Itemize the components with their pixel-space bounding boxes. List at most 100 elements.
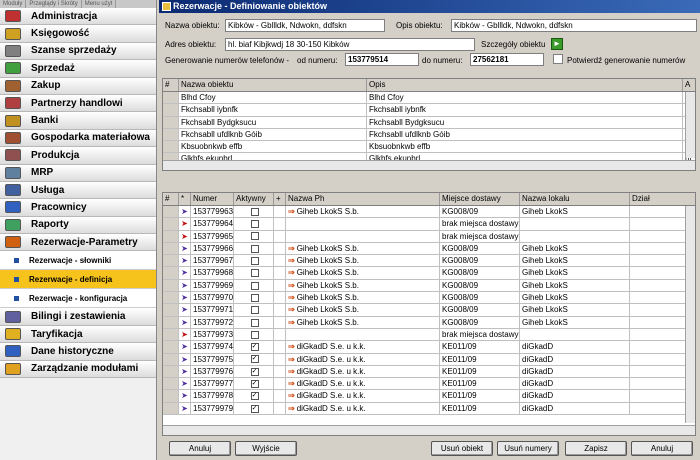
aktywny-checkbox[interactable]: ✓ [250,404,259,413]
row-selector[interactable] [163,104,179,116]
sidebar-item-12[interactable]: Raporty [0,216,156,235]
aktywny-checkbox[interactable]: ✓ [250,392,259,401]
table-row[interactable]: ➤ 153779974 ✓ ⇒ diGkadD S.e. u k.k. KE011/09 d… [163,341,695,354]
arrow-right-icon[interactable]: ⇒ [288,318,295,327]
aktywny-checkbox[interactable] [250,220,259,229]
aktywny-checkbox[interactable] [250,257,259,266]
arrow-right-icon[interactable]: ⇒ [288,342,295,351]
table-row[interactable]: ➤ 153779978 ✓ ⇒ diGkadD S.e. u k.k. KE011/09 d… [163,390,695,403]
sidebar-subitem-0[interactable]: Rezerwacje - słowniki [0,251,156,271]
aktywny-checkbox[interactable] [250,306,259,315]
cell-aktywny[interactable] [234,242,274,255]
row-selector[interactable] [163,230,179,242]
row-selector[interactable] [163,402,179,415]
table-row[interactable]: ➤ 153779975 ✓ ⇒ diGkadD S.e. u k.k. KE011/09 d… [163,353,695,366]
cell-aktywny[interactable]: ✓ [234,353,274,365]
table-row[interactable]: ➤ 153779979 ✓ ⇒ diGkadD S.e. u k.k. KE011/09 d… [163,402,695,416]
table-row[interactable]: ➤ 153779971 ⇒ Giheb LkokS S.b. KG008/09 Giheb… [163,304,695,317]
arrow-right-icon[interactable]: ⇒ [288,305,295,314]
row-selector[interactable] [163,141,179,153]
sidebar-item-bottom-0[interactable]: Bilingi i zestawienia [0,308,156,326]
arrow-right-icon[interactable]: ⇒ [288,281,295,290]
cell-aktywny[interactable]: ✓ [234,341,274,353]
row-selector[interactable] [163,206,179,218]
sidebar-item-4[interactable]: Zakup [0,77,156,95]
aktywny-checkbox[interactable] [250,244,259,253]
row-selector[interactable] [163,92,179,104]
row-selector[interactable] [163,267,179,279]
row-selector[interactable] [163,116,179,128]
objects-grid-hscrollbar[interactable] [163,160,695,170]
numbers-grid-hscrollbar[interactable] [163,425,695,435]
row-selector[interactable] [163,218,179,230]
arrow-right-icon[interactable]: ⇒ [288,207,295,216]
usun-obiekt-button[interactable]: Usuń obiekt [431,441,493,456]
col-nazwa-ph[interactable]: Nazwa Ph [286,193,440,205]
table-row[interactable]: Fkchsabll BydgksucuFkchsabll Bydgksucuhl [163,116,695,129]
usun-numery-button[interactable]: Usuń numery [497,441,559,456]
cell-aktywny[interactable] [234,267,274,279]
sidebar-subitem-2[interactable]: Rezerwacje - konfiguracja [0,289,156,309]
sidebar-item-3[interactable]: Sprzedaż [0,60,156,78]
col-numer[interactable]: Numer [191,193,234,205]
row-selector[interactable] [163,328,179,341]
cell-aktywny[interactable] [234,255,274,267]
aktywny-checkbox[interactable] [250,293,259,302]
cell-aktywny[interactable]: ✓ [234,390,274,402]
sidebar-item-bottom-3[interactable]: Zarządzanie modułami [0,360,156,379]
arrow-right-icon[interactable]: ⇒ [288,256,295,265]
sidebar-item-5[interactable]: Partnerzy handlowi [0,94,156,113]
aktywny-checkbox[interactable] [250,269,259,278]
sidebar-item-1[interactable]: Księgowość [0,25,156,43]
row-selector[interactable] [163,341,179,353]
table-row[interactable]: Blhd CfoyBlhd Cfoyhl [163,92,695,105]
row-selector[interactable] [163,316,179,328]
objects-grid-scrollbar[interactable] [685,92,695,158]
cell-aktywny[interactable] [234,230,274,242]
col-dzial[interactable]: Dział [630,193,695,205]
cell-aktywny[interactable] [234,292,274,304]
table-row[interactable]: ➤ 153779963 ⇒ Giheb LkokS S.b. KG008/09 Giheb… [163,206,695,219]
row-selector[interactable] [163,378,179,390]
zapisz-button[interactable]: Zapisz [565,441,627,456]
arrow-right-icon[interactable]: ⇒ [288,293,295,302]
table-row[interactable]: ➤ 153779972 ⇒ Giheb LkokS S.b. KG008/09 Giheb… [163,316,695,329]
table-row[interactable]: Fkchsabll iybnfkFkchsabll iybnfkhl [163,104,695,117]
arrow-right-icon[interactable]: ⇒ [288,355,295,364]
cell-aktywny[interactable] [234,206,274,218]
opis-obiektu-input[interactable]: Kibków - Gbllldk, Ndwokn, ddfskn [451,19,697,32]
cell-aktywny[interactable]: ✓ [234,402,274,415]
table-row[interactable]: ➤ 153779966 ⇒ Giheb LkokS S.b. KG008/09 Giheb… [163,242,695,256]
nazwa-obiektu-input[interactable]: Kibków - Gbllldk, Ndwokn, ddfskn [225,19,385,32]
aktywny-checkbox[interactable]: ✓ [250,367,259,376]
col-a[interactable]: A [683,79,695,91]
cell-aktywny[interactable]: ✓ [234,365,274,378]
adres-obiektu-input[interactable]: hl. biaf Kibjkwdj 18 30-150 Kibków [225,38,475,51]
cell-aktywny[interactable] [234,316,274,328]
arrow-right-icon[interactable]: ⇒ [288,244,295,253]
row-selector[interactable] [163,279,179,292]
table-row[interactable]: Fkchsabll ufdlknb Góib Fkchsabll ufdlknb … [163,128,695,142]
cell-aktywny[interactable] [234,279,274,292]
sidebar-item-9[interactable]: MRP [0,164,156,182]
numbers-grid-scrollbar[interactable] [685,206,695,423]
aktywny-checkbox[interactable] [250,232,259,241]
aktywny-checkbox[interactable]: ✓ [250,343,259,352]
aktywny-checkbox[interactable] [250,330,259,339]
sidebar-item-0[interactable]: Administracja [0,8,156,26]
table-row[interactable]: ➤ 153779976 ✓ ⇒ diGkadD S.e. u k.k. KE011/09 d… [163,365,695,379]
row-selector[interactable] [163,390,179,402]
col-nazwa-obiektu[interactable]: Nazwa obiektu [179,79,367,91]
aktywny-checkbox[interactable] [250,281,259,290]
row-selector[interactable] [163,128,179,141]
sidebar-item-6[interactable]: Banki [0,112,156,130]
row-selector[interactable] [163,304,179,316]
szczegoly-arrow-button[interactable]: ► [551,38,563,50]
sidebar-item-13[interactable]: Rezerwacje-Parametry [0,234,156,252]
table-row[interactable]: ➤ 153779970 ⇒ Giheb LkokS S.b. KG008/09 Giheb… [163,292,695,305]
cell-aktywny[interactable]: ✓ [234,378,274,390]
do-numeru-input[interactable]: 27562181 [470,53,544,66]
sidebar-item-10[interactable]: Usługa [0,181,156,200]
wyjscie-button[interactable]: Wyjście [235,441,297,456]
table-row[interactable]: ➤ 153779967 ⇒ Giheb LkokS S.b. KG008/09 Giheb… [163,255,695,268]
